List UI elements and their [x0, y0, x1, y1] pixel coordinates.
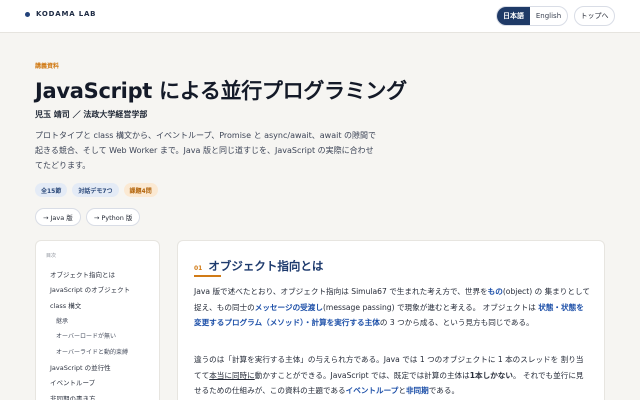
toc-item-event-loop[interactable]: イベントループ	[36, 375, 159, 391]
section-heading: 01 オブジェクト指向とは	[194, 258, 323, 274]
brand-logo[interactable]: KODAMA LAB	[25, 10, 96, 18]
p2-highlight-async: 非同期	[405, 386, 429, 395]
tag-sections: 全15節	[35, 183, 68, 197]
p1-text-e: (message passing) で現象が進むと考える。 オブジェクトは	[322, 302, 539, 312]
section-underline	[194, 275, 221, 277]
toc-item-class-syntax[interactable]: class 構文	[36, 297, 159, 313]
alt-version-links: → Java 版 → Python 版	[35, 208, 141, 226]
author-line: 児玉 靖司 ／ 法政大学経営学部	[35, 110, 148, 119]
tag-list: 全15節 対話デモ7つ 課題4問	[35, 183, 158, 197]
toc-item-concurrency[interactable]: JavaScript の並行性	[36, 359, 159, 375]
article-card: 01 オブジェクト指向とは Java 版で述べたとおり、オブジェクト指向は Si…	[177, 240, 605, 400]
p1-highlight-message: メッセージの受渡し	[254, 302, 323, 312]
page-kicker: 講義資料	[35, 63, 60, 70]
lang-en-button[interactable]: English	[530, 7, 567, 25]
toc-item-js-objects[interactable]: JavaScript のオブジェクト	[36, 282, 159, 298]
toc-item-oop[interactable]: オブジェクト指向とは	[36, 266, 159, 282]
p2-text-i: である。	[428, 386, 460, 395]
lang-ja-button[interactable]: 日本語	[497, 7, 530, 25]
section-number: 01	[194, 265, 203, 272]
brand-name: KODAMA LAB	[36, 10, 97, 18]
p2-text-g: と	[398, 386, 406, 395]
p1-highlight-object: もの	[487, 287, 503, 296]
table-of-contents: 目次 オブジェクト指向とは JavaScript のオブジェクト class 構…	[35, 240, 160, 400]
toc-item-override[interactable]: オーバーライドと動的束縛	[36, 344, 159, 360]
p2-strong-single: 1本しかない	[469, 370, 513, 380]
language-switch: 日本語 English	[496, 6, 568, 26]
brand-dot-icon	[25, 11, 30, 17]
p2-underline-truly: 本当に同時に	[209, 370, 255, 380]
tag-exercises: 課題4問	[123, 183, 158, 197]
python-version-button[interactable]: → Python 版	[85, 208, 141, 226]
p1-text-g: の 3 つから成る、という見方も同じである。	[379, 318, 534, 327]
top-bar: KODAMA LAB 日本語 English トップへ	[0, 0, 640, 33]
top-button[interactable]: トップへ	[574, 6, 615, 26]
paragraph-1: Java 版で述べたとおり、オブジェクト指向は Simula67 で生まれた考え…	[194, 284, 590, 331]
section-title: オブジェクト指向とは	[208, 259, 324, 273]
lead-text: プロトタイプと class 構文から、イベントループ、Promise と asy…	[35, 131, 377, 170]
toc-title: 目次	[46, 253, 57, 259]
page-title: JavaScript による並行プログラミング	[35, 79, 407, 103]
java-version-button[interactable]: → Java 版	[35, 208, 81, 226]
toc-item-async[interactable]: 非同期の書き方	[36, 390, 159, 400]
toc-list: オブジェクト指向とは JavaScript のオブジェクト class 構文 継…	[36, 266, 159, 400]
toc-item-no-overload[interactable]: オーバーロードが無い	[36, 328, 159, 344]
paragraph-2: 違うのは「計算を実行する主体」の与えられ方である。Java では 1 つのオブジ…	[194, 352, 590, 399]
tag-demos: 対話デモ7つ	[72, 183, 119, 197]
p2-text-c: 動かすことができる。JavaScript では、既定では計算の主体は	[254, 370, 470, 380]
toc-item-inheritance[interactable]: 継承	[36, 313, 159, 329]
p1-text-a: Java 版で述べたとおり、オブジェクト指向は Simula67 で生まれた考え…	[194, 287, 488, 296]
p2-highlight-event-loop: イベントループ	[345, 386, 399, 395]
